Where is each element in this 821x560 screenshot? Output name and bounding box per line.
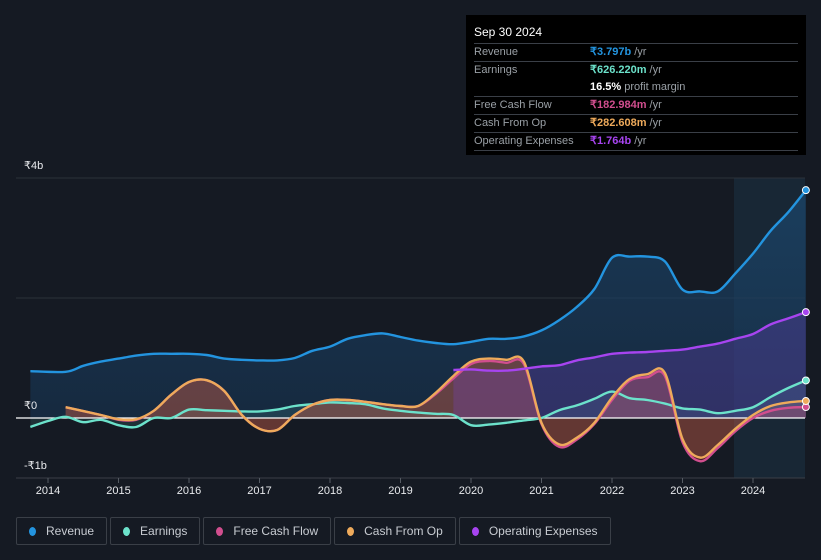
y-tick-label: ₹0 [24, 400, 38, 412]
tooltip-row-value: ₹626.220m [590, 64, 647, 76]
tooltip-row-label [474, 79, 590, 96]
tooltip-row-label: Operating Expenses [474, 135, 574, 147]
legend-item-cash-from-op[interactable]: Cash From Op [334, 517, 456, 545]
tooltip-row-unit: /yr [649, 99, 662, 111]
x-tick-label: 2016 [176, 485, 202, 497]
legend-label: Free Cash Flow [233, 524, 319, 538]
revenue-end-dot [801, 186, 810, 195]
legend-label: Operating Expenses [488, 524, 598, 538]
tooltip-row-label: Revenue [474, 46, 519, 58]
legend: Revenue Earnings Free Cash Flow Cash From O… [16, 517, 611, 545]
tooltip-row: Free Cash Flow ₹182.984m/yr [474, 97, 798, 115]
legend-label: Revenue [46, 524, 95, 538]
x-tick-label: 2021 [529, 485, 554, 497]
operating-expenses-end-dot [801, 308, 810, 317]
legend-dot-icon [216, 526, 224, 536]
tooltip-row-value: ₹282.608m [590, 117, 647, 129]
earnings-end-dot [801, 376, 810, 385]
x-tick-label: 2020 [458, 485, 484, 497]
legend-label: Earnings [140, 524, 188, 538]
y-tick-label: ₹4b [24, 160, 44, 172]
legend-dot-icon [123, 526, 131, 536]
cash-from-op-end-dot [801, 397, 810, 406]
legend-dot-icon [347, 526, 355, 536]
x-tick-label: 2018 [317, 485, 343, 497]
tooltip-row-label: Cash From Op [474, 117, 547, 129]
tooltip-row-value: ₹182.984m [590, 99, 647, 111]
tooltip-row-value: 16.5% [590, 81, 622, 93]
tooltip-row: Operating Expenses ₹1.764b/yr [474, 133, 798, 151]
tooltip-row-unit: /yr [634, 135, 647, 147]
legend-dot-icon [471, 526, 479, 536]
legend-dot-icon [29, 526, 36, 536]
legend-item-earnings[interactable]: Earnings [110, 517, 201, 545]
legend-item-free-cash-flow[interactable]: Free Cash Flow [203, 517, 332, 545]
x-tick-label: 2019 [388, 485, 413, 497]
tooltip-row-value: ₹1.764b [590, 135, 632, 147]
tooltip-row: 16.5% profit margin [474, 79, 798, 97]
legend-label: Cash From Op [364, 524, 443, 538]
tooltip-row-value: ₹3.797b [590, 46, 632, 58]
tooltip-row: Revenue ₹3.797b/yr [474, 44, 798, 62]
tooltip-rows: Revenue ₹3.797b/yr Earnings ₹626.220m/yr 16.… [474, 44, 798, 151]
tooltip-row-unit: /yr [649, 117, 662, 129]
x-tick-label: 2017 [247, 485, 272, 497]
tooltip-row-unit: /yr [634, 46, 647, 58]
y-tick-label: -₹1b [24, 460, 47, 472]
x-tick-label: 2023 [670, 485, 695, 497]
x-tick-label: 2014 [35, 485, 61, 497]
tooltip-date: Sep 30 2024 [474, 23, 798, 44]
x-tick-label: 2015 [106, 485, 131, 497]
tooltip-row-label: Free Cash Flow [474, 99, 552, 111]
x-tick-label: 2024 [740, 485, 766, 497]
tooltip-row-unit: profit margin [624, 81, 686, 93]
legend-item-revenue[interactable]: Revenue [16, 517, 108, 545]
tooltip-row-label: Earnings [474, 64, 518, 76]
tooltip-row: Earnings ₹626.220m/yr [474, 62, 798, 79]
x-ticks [47, 478, 754, 483]
tooltip: Sep 30 2024 Revenue ₹3.797b/yr Earnings ₹62… [466, 15, 806, 155]
tooltip-row-unit: /yr [649, 64, 662, 76]
x-tick-label: 2022 [599, 485, 625, 497]
legend-item-operating-expenses[interactable]: Operating Expenses [458, 517, 611, 545]
tooltip-row: Cash From Op ₹282.608m/yr [474, 115, 798, 133]
